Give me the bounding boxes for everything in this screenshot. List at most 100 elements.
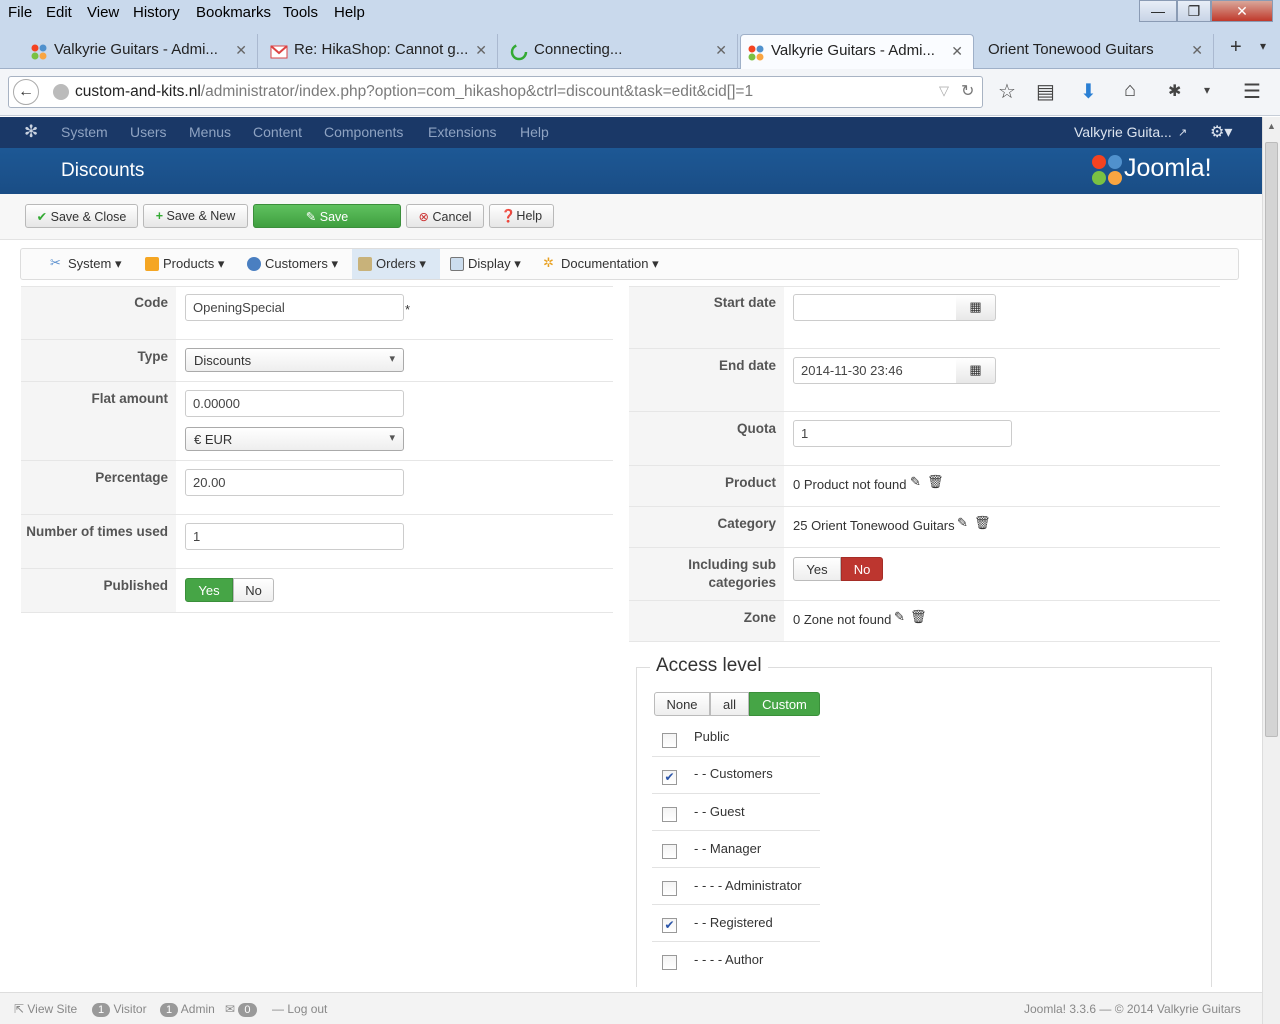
site-link[interactable]: Valkyrie Guita... (1074, 124, 1172, 140)
hamburger-menu-icon[interactable]: ☰ (1243, 79, 1261, 104)
bookmark-star-icon[interactable]: ☆ (998, 79, 1016, 104)
jmenu-system[interactable]: System (61, 124, 108, 140)
jmenu-help[interactable]: Help (520, 124, 549, 140)
end-date-input[interactable]: 2014-11-30 23:46 (793, 357, 957, 384)
save-button[interactable]: ✎ Save (253, 204, 401, 228)
joomla-menu-icon[interactable]: ✻ (24, 122, 38, 142)
minimize-button[interactable]: — (1139, 0, 1177, 22)
pencil-icon[interactable]: ✎ (957, 515, 968, 531)
pencil-icon[interactable]: ✎ (894, 609, 905, 625)
home-icon[interactable]: ⌂ (1124, 79, 1136, 102)
start-date-input[interactable] (793, 294, 957, 321)
close-tab-icon[interactable]: ✕ (475, 42, 487, 59)
hikamenu-documentation[interactable]: ✲ Documentation ▾ (537, 249, 667, 279)
cancel-button[interactable]: ⊗ Cancel (406, 204, 484, 228)
customers-checkbox[interactable]: ✔ (662, 770, 677, 785)
manager-checkbox[interactable] (662, 844, 677, 859)
hikamenu-label: System (68, 256, 112, 271)
hikamenu-orders[interactable]: Orders ▾ (352, 249, 440, 279)
hikamenu-customers[interactable]: Customers ▾ (241, 249, 346, 279)
url-dropdown-icon[interactable]: ▽ (939, 83, 949, 99)
currency-select[interactable]: € EUR (185, 427, 404, 451)
hikamenu-display[interactable]: Display ▾ (444, 249, 529, 279)
flat-amount-input[interactable]: 0.00000 (185, 390, 404, 417)
subcat-yes-button[interactable]: Yes (793, 557, 841, 581)
administrator-checkbox[interactable] (662, 881, 677, 896)
jmenu-components[interactable]: Components (324, 124, 403, 140)
close-tab-icon[interactable]: ✕ (235, 42, 247, 59)
type-select[interactable]: Discounts (185, 348, 404, 372)
save-new-button[interactable]: + Save & New (143, 204, 248, 228)
plus-icon: + (155, 209, 164, 223)
tab-connecting[interactable]: Connecting... ✕ (504, 34, 738, 69)
globe-icon (53, 84, 69, 100)
jmenu-content[interactable]: Content (253, 124, 302, 140)
quota-label: Quota (737, 421, 776, 436)
downloads-icon[interactable]: ⬇ (1080, 79, 1097, 104)
scroll-up-icon[interactable]: ▲ (1267, 121, 1276, 131)
firebug-icon[interactable]: ✱ (1168, 81, 1181, 101)
logout-link[interactable]: — Log out (272, 1002, 327, 1016)
menu-history[interactable]: History (133, 4, 180, 21)
tools-icon: ✂ (50, 255, 61, 270)
scrollbar-thumb[interactable] (1265, 142, 1278, 737)
tab-list-icon[interactable]: ▾ (1260, 39, 1266, 53)
close-tab-icon[interactable]: ✕ (715, 42, 727, 59)
access-all-button[interactable]: all (710, 692, 749, 716)
published-no-button[interactable]: No (233, 578, 274, 602)
menu-tools[interactable]: Tools (283, 4, 318, 21)
back-icon[interactable]: ← (13, 79, 39, 105)
url-bar[interactable]: ← custom-and-kits.nl/administrator/index… (8, 76, 983, 108)
close-tab-icon[interactable]: ✕ (951, 43, 963, 60)
reading-list-icon[interactable]: ▤ (1036, 79, 1055, 104)
author-checkbox[interactable] (662, 955, 677, 970)
trash-icon[interactable]: 🗑 (910, 609, 927, 625)
menu-help[interactable]: Help (334, 4, 365, 21)
calendar-icon[interactable]: ▦ (956, 357, 996, 384)
code-input[interactable]: OpeningSpecial (185, 294, 404, 321)
percentage-input[interactable]: 20.00 (185, 469, 404, 496)
row-divider (21, 568, 613, 569)
calendar-icon[interactable]: ▦ (956, 294, 996, 321)
public-checkbox[interactable] (662, 733, 677, 748)
save-close-button[interactable]: ✔ Save & Close (25, 204, 138, 228)
access-group-label: - - Customers (694, 766, 773, 781)
guest-checkbox[interactable] (662, 807, 677, 822)
jmenu-menus[interactable]: Menus (189, 124, 231, 140)
access-none-button[interactable]: None (654, 692, 710, 716)
hikamenu-system[interactable]: ✂ System ▾ (44, 249, 129, 279)
menu-edit[interactable]: Edit (46, 4, 72, 21)
view-site-link[interactable]: ⇱ View Site (14, 1002, 77, 1016)
close-window-button[interactable]: ✕ (1211, 0, 1273, 22)
trash-icon[interactable]: 🗑 (927, 474, 944, 490)
firebug-menu-icon[interactable]: ▾ (1204, 83, 1210, 97)
reload-icon[interactable]: ↻ (961, 81, 974, 101)
tab-valkyrie-active[interactable]: Valkyrie Guitars - Admi... ✕ (740, 34, 974, 69)
new-tab-icon[interactable]: + (1230, 36, 1242, 59)
settings-gear-icon[interactable]: ⚙▾ (1210, 122, 1232, 142)
messages-count[interactable]: ✉ 0 (225, 1002, 257, 1017)
published-yes-button[interactable]: Yes (185, 578, 233, 602)
menu-view[interactable]: View (87, 4, 119, 21)
tab-orient-tonewood[interactable]: Orient Tonewood Guitars ✕ (978, 34, 1214, 69)
maximize-button[interactable]: ❐ (1177, 0, 1211, 22)
registered-checkbox[interactable]: ✔ (662, 918, 677, 933)
hikamenu-products[interactable]: Products ▾ (139, 249, 232, 279)
menu-file[interactable]: File (8, 4, 32, 21)
jmenu-extensions[interactable]: Extensions (428, 124, 496, 140)
times-used-input[interactable]: 1 (185, 523, 404, 550)
tab-valkyrie-1[interactable]: Valkyrie Guitars - Admi... ✕ (24, 34, 258, 69)
vertical-scrollbar[interactable]: ▲ (1262, 117, 1280, 1024)
envelope-icon: ✉ (225, 1002, 236, 1016)
close-tab-icon[interactable]: ✕ (1191, 42, 1203, 59)
check-icon: ✔ (36, 210, 48, 224)
pencil-icon[interactable]: ✎ (910, 474, 921, 490)
quota-input[interactable]: 1 (793, 420, 1012, 447)
help-button[interactable]: ❓Help (489, 204, 554, 228)
jmenu-users[interactable]: Users (130, 124, 167, 140)
menu-bookmarks[interactable]: Bookmarks (196, 4, 271, 21)
access-custom-button[interactable]: Custom (749, 692, 820, 716)
trash-icon[interactable]: 🗑 (974, 515, 991, 531)
subcat-no-button[interactable]: No (841, 557, 883, 581)
tab-hikashop-mail[interactable]: Re: HikaShop: Cannot g... ✕ (264, 34, 498, 69)
